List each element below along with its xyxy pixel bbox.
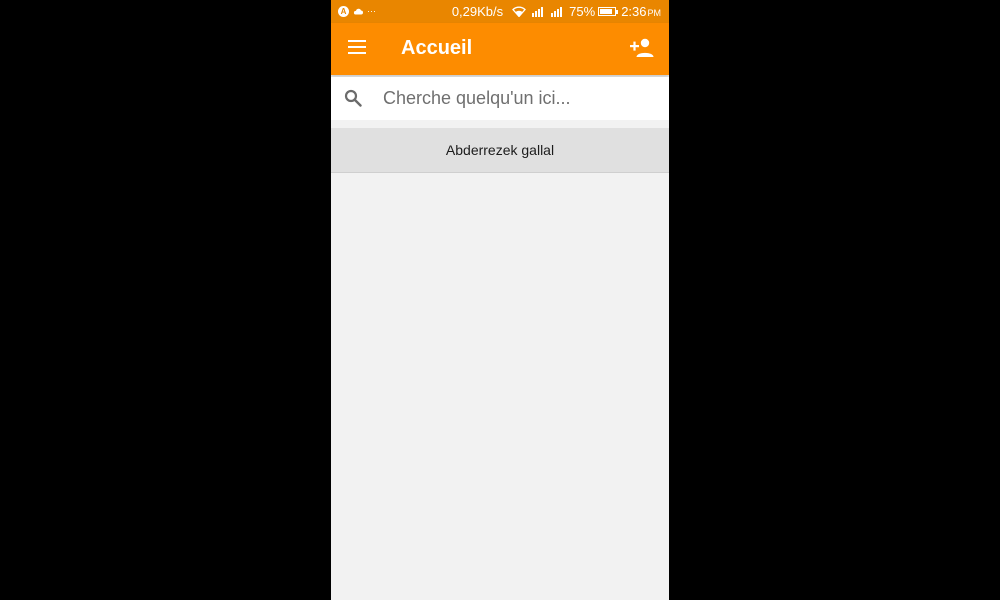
add-user-button[interactable] — [630, 37, 654, 59]
app-bar: Accueil — [331, 23, 669, 75]
page-title: Accueil — [401, 37, 473, 59]
user-name: Abderrezek gallal — [445, 142, 555, 158]
notification-icons: A ··· — [331, 6, 376, 17]
app-notification-icon: A — [338, 6, 349, 17]
signal-icon-sim2 — [551, 7, 563, 17]
list-item[interactable]: Abderrezek gallal — [331, 128, 669, 173]
status-right: 0,29Kb/s 75% 2:36PM — [452, 0, 661, 23]
battery-level — [600, 9, 613, 14]
user-list: Abderrezek gallal — [331, 128, 669, 173]
battery-icon — [598, 7, 619, 16]
wifi-icon — [512, 6, 527, 17]
signal-icon-sim1 — [532, 7, 544, 17]
battery: 75% — [569, 4, 619, 19]
person-add-icon — [630, 38, 654, 57]
menu-icon[interactable] — [348, 40, 366, 54]
battery-percent: 75% — [569, 4, 596, 19]
clock: 2:36PM — [621, 4, 661, 19]
phone-screen: A ··· 0,29Kb/s 75% 2:36PM Accueil Cherch… — [331, 0, 669, 600]
search-input[interactable] — [383, 85, 653, 112]
network-speed: 0,29Kb/s — [451, 4, 504, 19]
search-icon — [344, 89, 362, 107]
clock-time: 2:36 — [621, 4, 647, 19]
clock-ampm: PM — [647, 8, 662, 18]
search-bar — [331, 77, 669, 120]
more-notifications-icon: ··· — [367, 6, 376, 16]
status-bar: A ··· 0,29Kb/s 75% 2:36PM — [331, 0, 669, 23]
cloud-icon — [353, 8, 363, 15]
